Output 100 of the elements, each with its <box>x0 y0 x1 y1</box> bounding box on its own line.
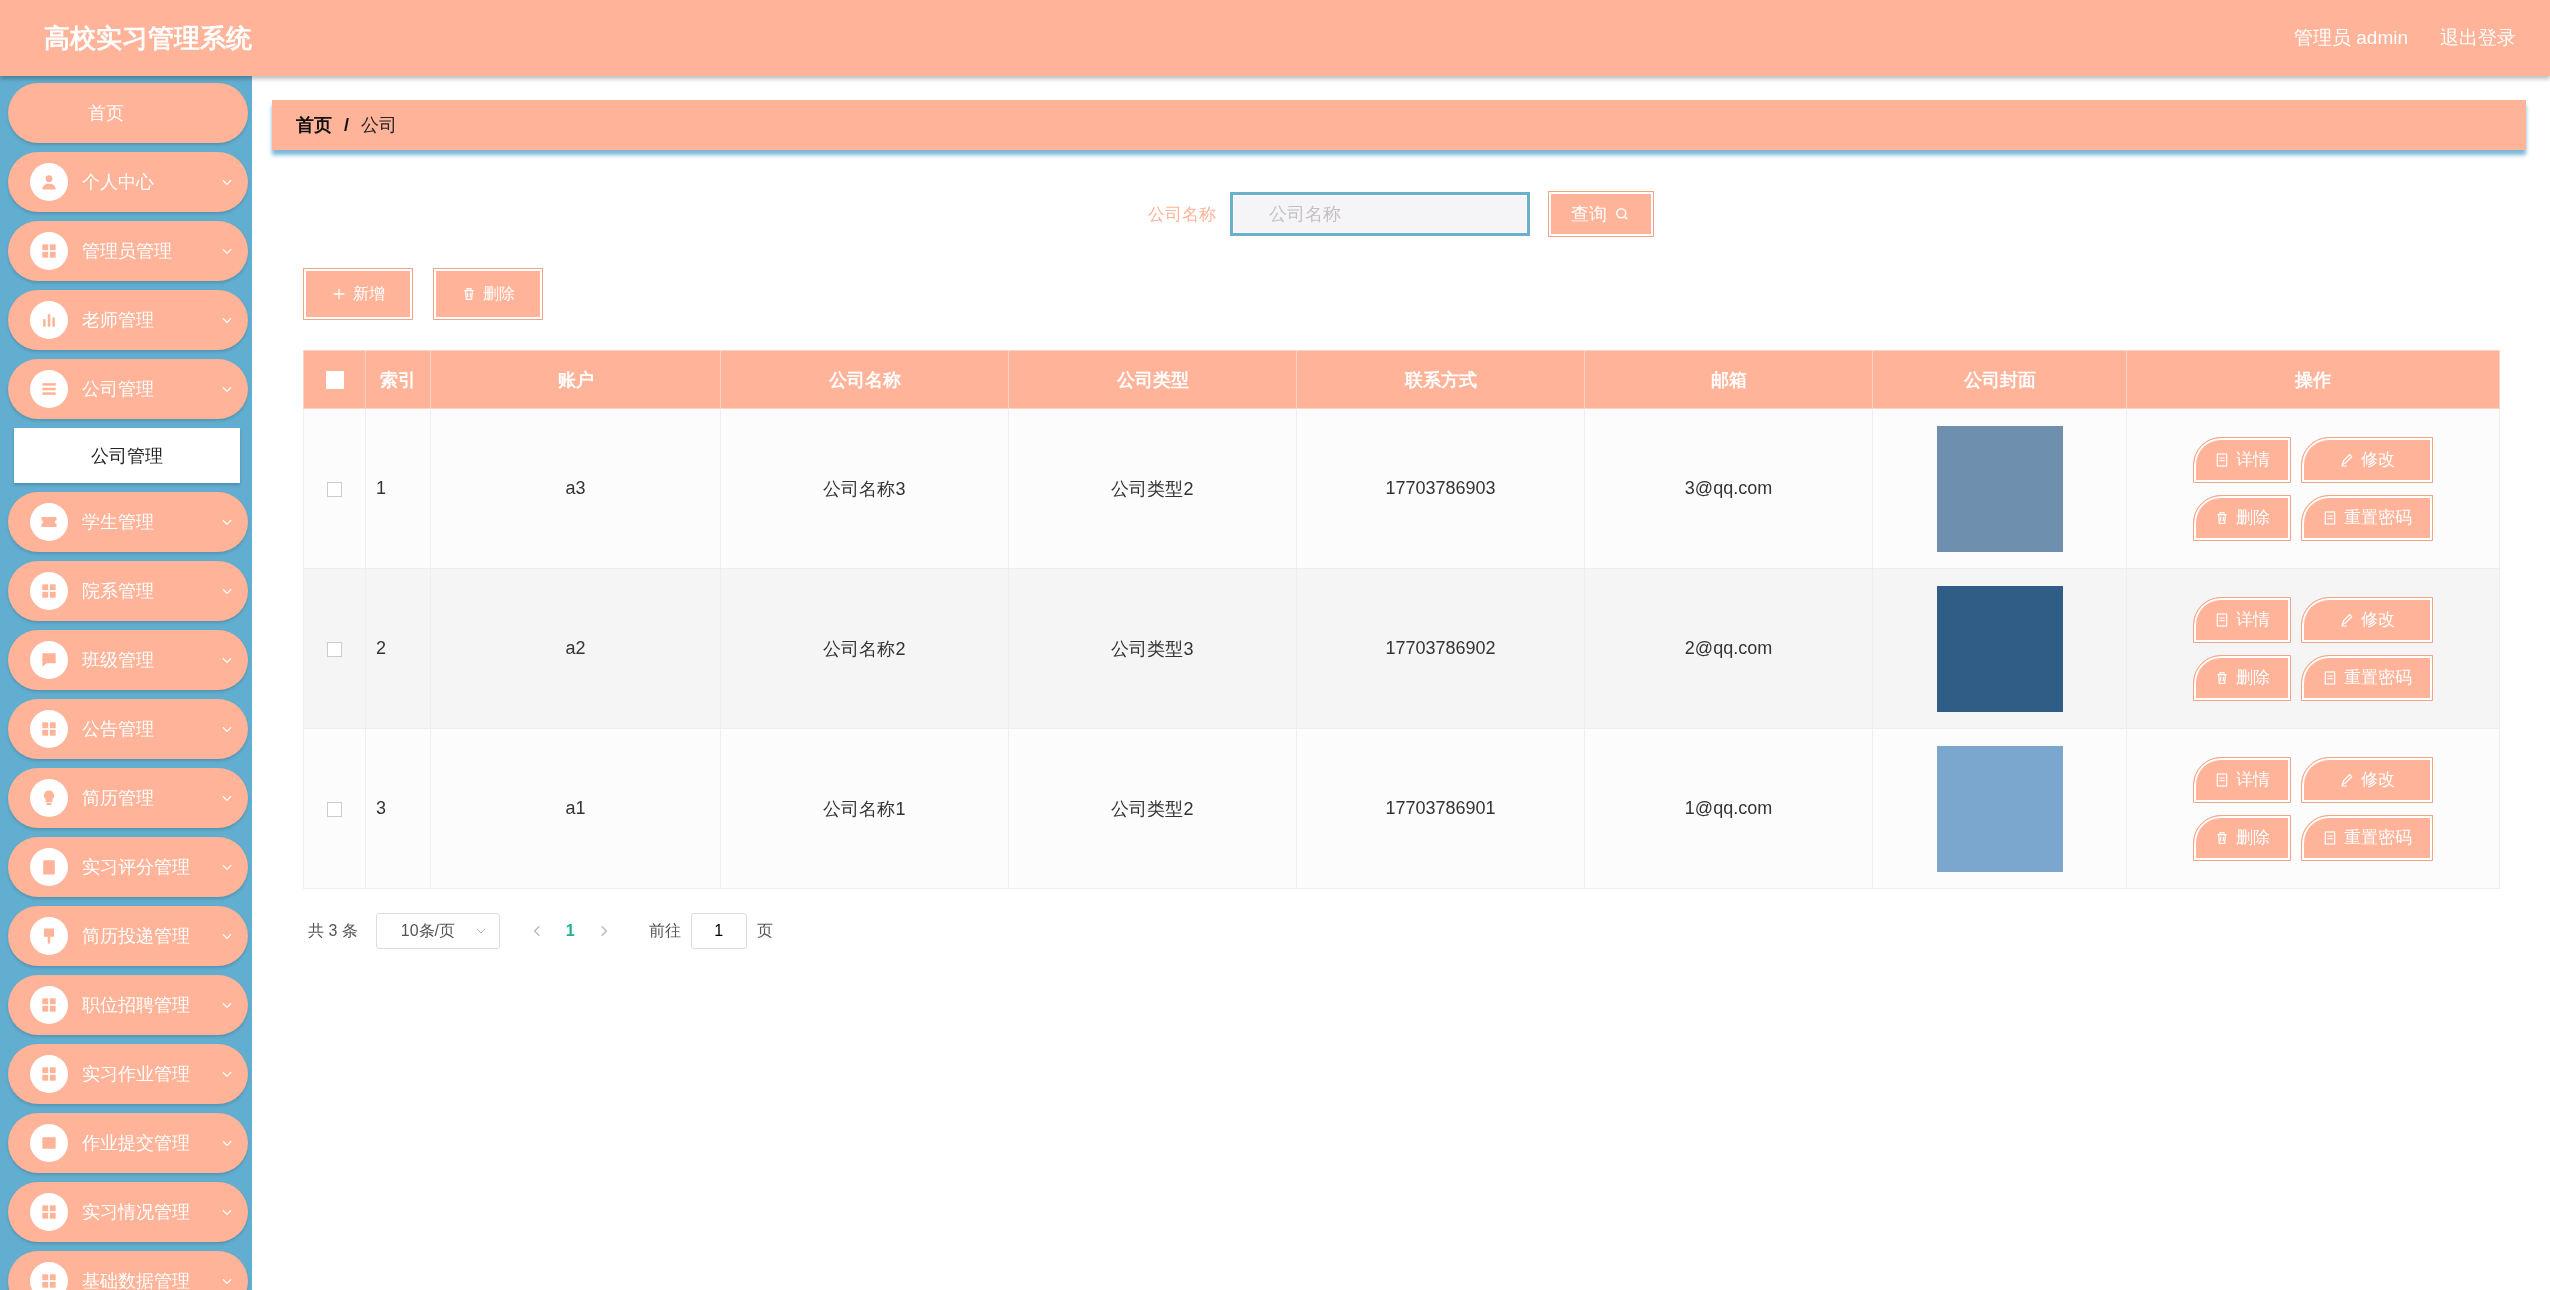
menu-label: 作业提交管理 <box>82 1132 191 1155</box>
menu-item[interactable]: 简历管理 <box>8 768 248 828</box>
trash-icon <box>2214 829 2230 846</box>
menu-item[interactable]: 院系管理 <box>8 561 248 621</box>
menu-label: 实习评分管理 <box>82 856 191 879</box>
table-cell: 公司类型3 <box>1008 568 1297 729</box>
grid-icon <box>39 1064 59 1084</box>
chat-bubble-icon <box>39 650 59 670</box>
trash-icon <box>2214 509 2230 526</box>
column-header: 公司类型 <box>1008 350 1297 409</box>
table-cell: 公司类型2 <box>1008 728 1297 889</box>
grid-icon <box>39 241 59 261</box>
edit-button[interactable]: 修改 <box>2301 436 2433 483</box>
menu-label: 实习情况管理 <box>82 1201 191 1224</box>
total-count: 共 3 条 <box>308 920 358 941</box>
menu-item[interactable]: 学生管理 <box>8 492 248 552</box>
page-number[interactable]: 1 <box>565 922 575 940</box>
table-cell: a2 <box>430 568 721 729</box>
document-icon <box>2322 829 2338 846</box>
table-cell: 公司名称1 <box>720 728 1009 889</box>
table-cell: 3 <box>365 728 431 889</box>
table-cell: 2@qq.com <box>1584 568 1873 729</box>
menu-item[interactable]: 基础数据管理 <box>8 1251 248 1290</box>
breadcrumb-separator: / <box>344 114 349 136</box>
detail-button[interactable]: 详情 <box>2193 756 2291 803</box>
person-icon <box>39 172 59 192</box>
table-cell: 1@qq.com <box>1584 728 1873 889</box>
menu-label: 职位招聘管理 <box>82 994 191 1017</box>
edit-button[interactable]: 修改 <box>2301 756 2433 803</box>
table-cell: 2 <box>365 568 431 729</box>
row-checkbox[interactable] <box>327 641 342 657</box>
user-label: 管理员 admin <box>2293 26 2408 50</box>
menu-label: 院系管理 <box>82 580 155 603</box>
menu-label: 简历管理 <box>82 787 155 810</box>
menu-label: 公告管理 <box>82 718 155 741</box>
column-header: 账户 <box>430 350 721 409</box>
table-cell: 17703786901 <box>1296 728 1585 889</box>
delete-button[interactable]: 删除 <box>433 268 543 320</box>
menu-item[interactable]: 实习情况管理 <box>8 1182 248 1242</box>
document-icon <box>2322 669 2338 686</box>
table-cell: 17703786902 <box>1296 568 1585 729</box>
menu-item[interactable]: 管理员管理 <box>8 221 248 281</box>
trash-icon <box>2214 669 2230 686</box>
menu-label: 管理员管理 <box>82 240 173 263</box>
menu-item[interactable]: 个人中心 <box>8 152 248 212</box>
table-cell: 1 <box>365 408 431 569</box>
menu-label: 公司管理 <box>82 378 155 401</box>
delete-button[interactable]: 删除 <box>2193 494 2291 541</box>
document-icon <box>2214 771 2230 788</box>
reset-password-button[interactable]: 重置密码 <box>2301 814 2433 861</box>
reset-password-button[interactable]: 重置密码 <box>2301 654 2433 701</box>
plus-icon <box>331 286 347 302</box>
submenu-item[interactable]: 公司管理 <box>14 428 240 483</box>
menu-label: 老师管理 <box>82 309 155 332</box>
table-cell: a1 <box>430 728 721 889</box>
row-checkbox[interactable] <box>327 481 342 497</box>
menu-item[interactable]: 公司管理 <box>8 359 248 419</box>
page-size-select[interactable]: 10条/页 <box>375 913 500 949</box>
search-button[interactable]: 查询 <box>1548 191 1654 237</box>
menu-item[interactable]: 老师管理 <box>8 290 248 350</box>
page-input[interactable]: 1 <box>690 913 747 949</box>
menu-item[interactable]: 首页 <box>8 83 248 143</box>
column-header: 索引 <box>365 350 431 409</box>
menu-item[interactable]: 班级管理 <box>8 630 248 690</box>
app-title: 高校实习管理系统 <box>44 21 253 55</box>
detail-button[interactable]: 详情 <box>2193 596 2291 643</box>
menu-label: 简历投递管理 <box>82 925 191 948</box>
column-header: 操作 <box>2126 350 2500 409</box>
table-cell: 公司名称2 <box>720 568 1009 729</box>
logout-link[interactable]: 退出登录 <box>2440 25 2516 51</box>
page-unit-label: 页 <box>756 920 773 941</box>
menu-label: 基础数据管理 <box>82 1270 191 1290</box>
menu-item[interactable]: 实习评分管理 <box>8 837 248 897</box>
grid-icon <box>39 1202 59 1222</box>
table-cell: 17703786903 <box>1296 408 1585 569</box>
search-icon <box>1613 205 1631 223</box>
table-cell: 公司名称3 <box>720 408 1009 569</box>
table-cell: 3@qq.com <box>1584 408 1873 569</box>
table-cell: a3 <box>430 408 721 569</box>
goto-label: 前往 <box>648 920 681 941</box>
grid-icon <box>39 719 59 739</box>
menu-item[interactable]: 职位招聘管理 <box>8 975 248 1035</box>
pencil-icon <box>2339 451 2355 468</box>
menu-item[interactable]: 简历投递管理 <box>8 906 248 966</box>
menu-item[interactable]: 实习作业管理 <box>8 1044 248 1104</box>
edit-button[interactable]: 修改 <box>2301 596 2433 643</box>
reset-password-button[interactable]: 重置密码 <box>2301 494 2433 541</box>
detail-button[interactable]: 详情 <box>2193 436 2291 483</box>
add-button[interactable]: 新增 <box>303 268 413 320</box>
row-checkbox[interactable] <box>327 801 342 817</box>
menu-item[interactable]: 作业提交管理 <box>8 1113 248 1173</box>
menu-label: 个人中心 <box>82 171 155 194</box>
select-all-checkbox[interactable] <box>325 371 344 390</box>
menu-item[interactable]: 公告管理 <box>8 699 248 759</box>
delete-button[interactable]: 删除 <box>2193 814 2291 861</box>
grid-icon <box>39 581 59 601</box>
column-header: 邮箱 <box>1584 350 1873 409</box>
breadcrumb-home[interactable]: 首页 <box>296 113 332 137</box>
delete-button[interactable]: 删除 <box>2193 654 2291 701</box>
document-icon <box>2214 611 2230 628</box>
